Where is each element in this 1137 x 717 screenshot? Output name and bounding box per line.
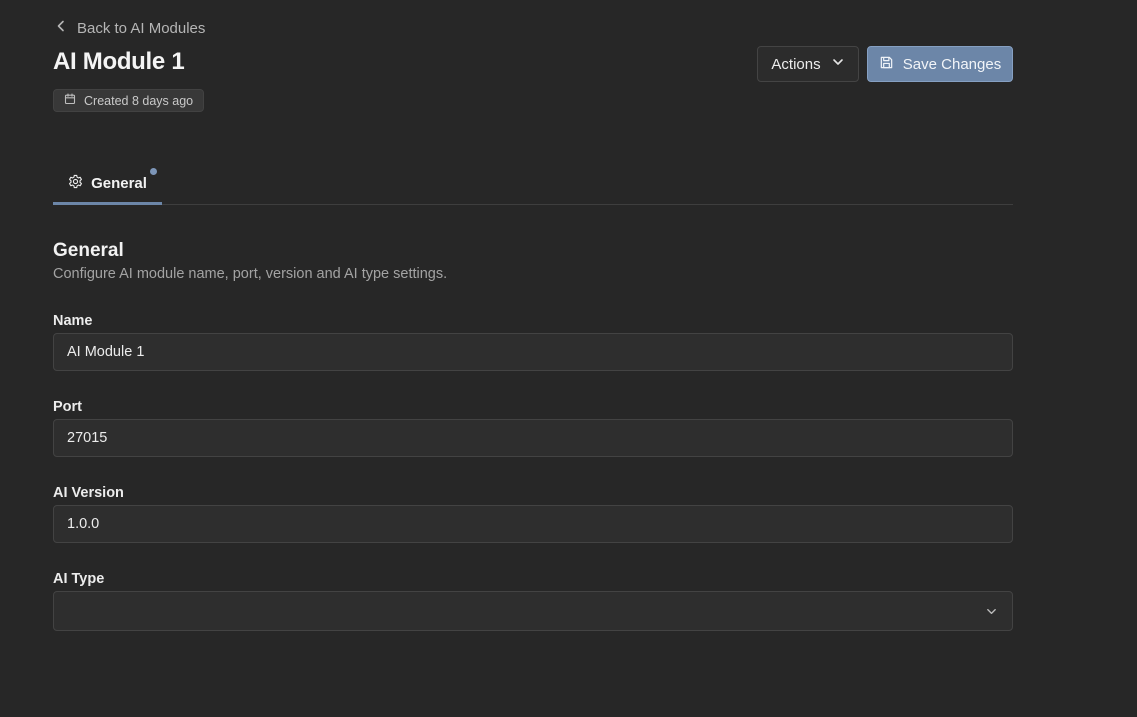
ai-type-label: AI Type (53, 571, 105, 587)
back-link-label: Back to AI Modules (77, 19, 206, 37)
calendar-icon (64, 93, 76, 108)
port-label: Port (53, 399, 82, 415)
chevron-down-icon (831, 55, 845, 73)
name-input[interactable] (53, 333, 1013, 371)
actions-dropdown-button[interactable]: Actions (757, 46, 859, 82)
gear-icon (68, 174, 83, 193)
save-changes-label: Save Changes (902, 55, 1002, 73)
page-title: AI Module 1 (53, 48, 185, 75)
section-description: Configure AI module name, port, version … (53, 266, 448, 282)
floppy-disk-icon (879, 55, 894, 74)
chevron-left-icon (53, 18, 69, 38)
actions-label: Actions (771, 55, 821, 73)
back-to-modules-link[interactable]: Back to AI Modules (53, 17, 205, 39)
tab-general[interactable]: General (53, 164, 162, 205)
port-input[interactable] (53, 419, 1013, 457)
ai-version-input[interactable] (53, 505, 1013, 543)
tab-general-label: General (91, 174, 147, 192)
tab-bar: General (53, 164, 1013, 205)
ai-module-edit-page: Back to AI Modules AI Module 1 Created 8… (0, 0, 1137, 717)
created-label: Created 8 days ago (84, 93, 194, 108)
ai-type-select[interactable] (53, 591, 1013, 631)
section-title: General (53, 240, 124, 261)
save-changes-button[interactable]: Save Changes (867, 46, 1013, 82)
created-badge: Created 8 days ago (53, 89, 205, 112)
ai-version-label: AI Version (53, 485, 124, 501)
unsaved-changes-dot (150, 168, 157, 175)
name-label: Name (53, 313, 93, 329)
